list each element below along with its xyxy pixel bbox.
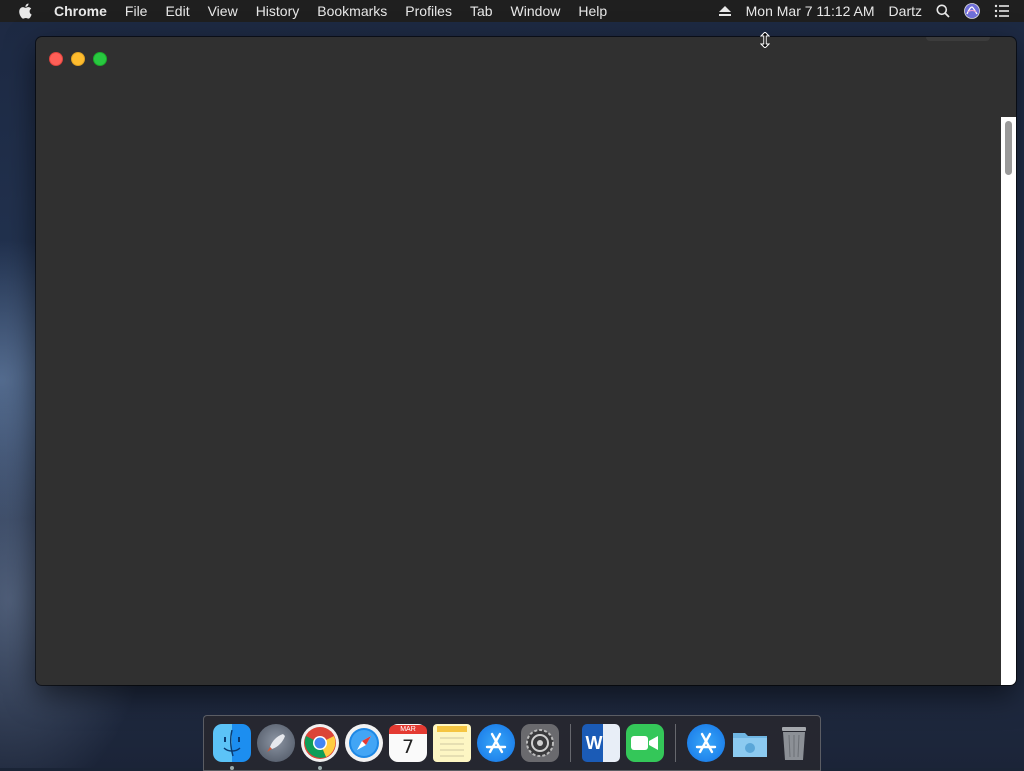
downloads-folder-icon[interactable] — [731, 724, 769, 762]
chrome-icon[interactable] — [301, 724, 339, 770]
apple-menu-icon[interactable] — [18, 3, 38, 19]
menu-edit[interactable]: Edit — [165, 3, 189, 19]
menu-history[interactable]: History — [256, 3, 300, 19]
dock-separator — [675, 724, 676, 762]
dock: MAR 7 W — [203, 715, 821, 771]
window-tab-strip-edge — [926, 37, 990, 41]
facetime-icon[interactable] — [626, 724, 664, 762]
spotlight-search-icon[interactable] — [936, 4, 950, 18]
menu-profiles[interactable]: Profiles — [405, 3, 452, 19]
window-controls — [49, 52, 115, 66]
launchpad-icon[interactable] — [257, 724, 295, 762]
menu-help[interactable]: Help — [578, 3, 607, 19]
chrome-running-indicator — [318, 766, 322, 770]
microsoft-word-icon[interactable]: W — [582, 724, 620, 762]
siri-icon[interactable] — [964, 3, 980, 19]
chrome-window[interactable] — [36, 37, 1016, 685]
resize-cursor-icon — [759, 31, 771, 53]
calendar-day-label: 7 — [401, 736, 415, 758]
safari-icon[interactable] — [345, 724, 383, 762]
menu-file[interactable]: File — [125, 3, 148, 19]
menu-window[interactable]: Window — [511, 3, 561, 19]
menu-tab[interactable]: Tab — [470, 3, 493, 19]
app-store-icon[interactable] — [477, 724, 515, 762]
notification-center-icon[interactable] — [994, 4, 1010, 18]
eject-icon[interactable] — [718, 5, 732, 17]
menubar-clock[interactable]: Mon Mar 7 11:12 AM — [746, 3, 875, 19]
finder-icon[interactable] — [213, 724, 251, 770]
dock-separator — [570, 724, 571, 762]
trash-icon[interactable] — [775, 724, 813, 762]
minimize-window-button[interactable] — [71, 52, 85, 66]
menu-bookmarks[interactable]: Bookmarks — [317, 3, 387, 19]
notes-icon[interactable] — [433, 724, 471, 762]
menu-app-chrome[interactable]: Chrome — [54, 3, 107, 19]
maximize-window-button[interactable] — [93, 52, 107, 66]
finder-running-indicator — [230, 766, 234, 770]
scrollbar-thumb[interactable] — [1005, 121, 1012, 175]
app-store-downloads-icon[interactable] — [687, 724, 725, 762]
calendar-icon[interactable]: MAR 7 — [389, 724, 427, 762]
system-preferences-icon[interactable] — [521, 724, 559, 762]
close-window-button[interactable] — [49, 52, 63, 66]
vertical-scrollbar[interactable] — [1001, 117, 1016, 685]
menu-view[interactable]: View — [208, 3, 238, 19]
word-letter: W — [585, 732, 603, 753]
calendar-month-label: MAR — [389, 725, 427, 734]
menu-bar: Chrome File Edit View History Bookmarks … — [0, 0, 1024, 22]
menubar-user[interactable]: Dartz — [889, 3, 922, 19]
